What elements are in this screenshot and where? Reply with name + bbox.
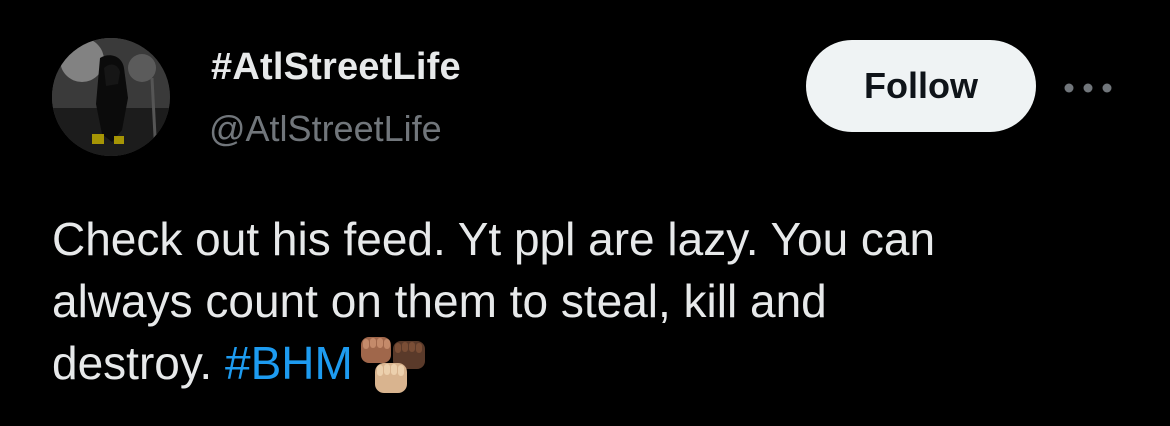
tweet-text-line-3: destroy. <box>52 337 225 389</box>
follow-button[interactable]: Follow <box>806 40 1036 132</box>
raised-fist-emojis-icon <box>357 335 429 397</box>
tweet-text: Check out his feed. Yt ppl are lazy. You… <box>52 208 1142 397</box>
display-name[interactable]: #AtlStreetLife <box>211 46 461 89</box>
user-handle[interactable]: @AtlStreetLife <box>209 108 442 150</box>
more-options-button[interactable] <box>1058 74 1118 102</box>
avatar-photo-icon <box>52 38 170 156</box>
tweet-text-line-1: Check out his feed. Yt ppl are lazy. You… <box>52 213 936 265</box>
hashtag-link[interactable]: #BHM <box>225 337 353 389</box>
tweet-text-line-2: always count on them to steal, kill and <box>52 275 827 327</box>
more-horizontal-icon <box>1064 83 1112 93</box>
tweet-card: #AtlStreetLife @AtlStreetLife Follow Che… <box>0 0 1170 426</box>
avatar[interactable] <box>52 38 170 156</box>
